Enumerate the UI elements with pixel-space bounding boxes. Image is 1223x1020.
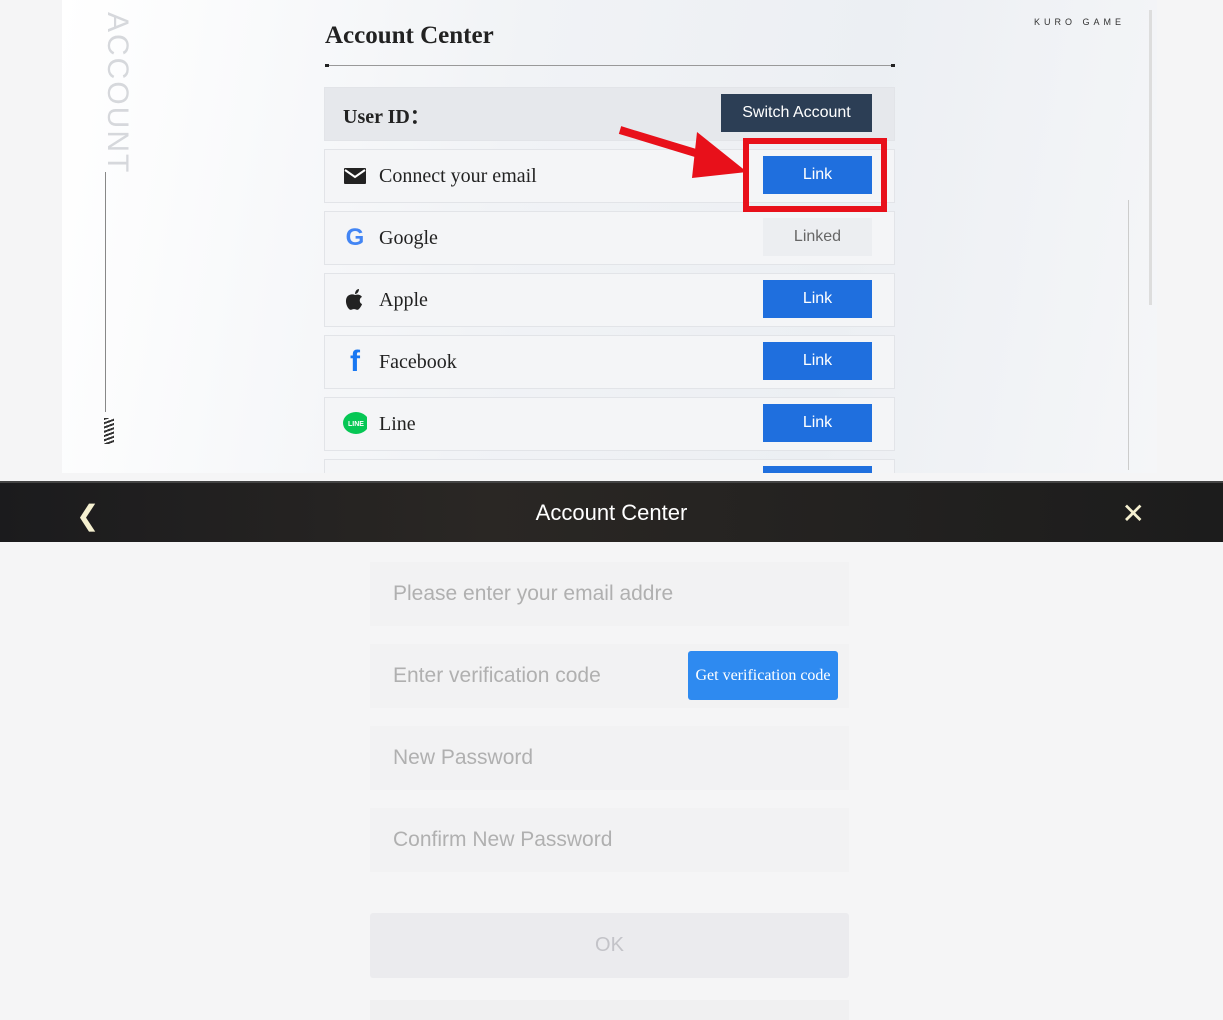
header-bar: ❮ Account Center ✕	[0, 481, 1223, 542]
account-label: Apple	[379, 288, 428, 311]
ok-button[interactable]: OK	[370, 913, 849, 978]
svg-text:LINE: LINE	[348, 421, 364, 428]
stripe-decoration	[104, 418, 114, 444]
account-row-partial	[324, 459, 895, 473]
account-label: Facebook	[379, 350, 457, 373]
facebook-icon: f	[350, 345, 360, 378]
back-icon[interactable]: ❮	[76, 499, 99, 532]
account-label: Line	[379, 412, 416, 435]
line-icon: LINE	[343, 412, 367, 436]
scrollbar[interactable]	[1149, 10, 1152, 305]
verification-field[interactable]: Get verification code	[370, 644, 849, 708]
verification-code-input[interactable]	[393, 664, 673, 688]
page-title: Account Center	[325, 22, 494, 49]
side-label: ACCOUNT	[101, 12, 134, 175]
brand-logo: KURO GAME	[1033, 17, 1125, 27]
link-button-partial[interactable]	[763, 466, 872, 473]
highlight-box-annotation	[743, 138, 887, 212]
email-icon	[343, 164, 367, 188]
email-input[interactable]	[393, 582, 673, 606]
divider	[105, 172, 106, 412]
divider	[325, 64, 895, 67]
link-facebook-button[interactable]: Link	[763, 342, 872, 380]
account-row-apple: Apple Link	[324, 273, 895, 327]
account-row-google: G Google Linked	[324, 211, 895, 265]
google-icon: G	[345, 224, 365, 251]
partial-element	[370, 1000, 849, 1020]
confirm-password-field[interactable]	[370, 808, 849, 872]
link-line-button[interactable]: Link	[763, 404, 872, 442]
new-password-input[interactable]	[393, 746, 673, 770]
user-id-row: User ID： Switch Account	[324, 87, 895, 141]
account-center-panel: ACCOUNT KURO GAME Account Center User ID…	[62, 0, 1157, 473]
new-password-field[interactable]	[370, 726, 849, 790]
get-verification-code-button[interactable]: Get verification code	[688, 651, 838, 700]
email-field[interactable]	[370, 562, 849, 626]
link-apple-button[interactable]: Link	[763, 280, 872, 318]
red-arrow-annotation	[618, 126, 747, 178]
account-row-facebook: f Facebook Link	[324, 335, 895, 389]
header-title: Account Center	[535, 499, 688, 525]
google-linked-button: Linked	[763, 218, 872, 256]
account-label: Connect your email	[379, 164, 537, 187]
apple-icon	[343, 288, 367, 312]
user-id-label: User ID：	[343, 105, 430, 128]
confirm-password-input[interactable]	[393, 828, 673, 852]
account-row-line: LINE Line Link	[324, 397, 895, 451]
account-label: Google	[379, 226, 438, 249]
close-icon[interactable]: ✕	[1122, 497, 1145, 530]
divider	[1128, 200, 1129, 470]
